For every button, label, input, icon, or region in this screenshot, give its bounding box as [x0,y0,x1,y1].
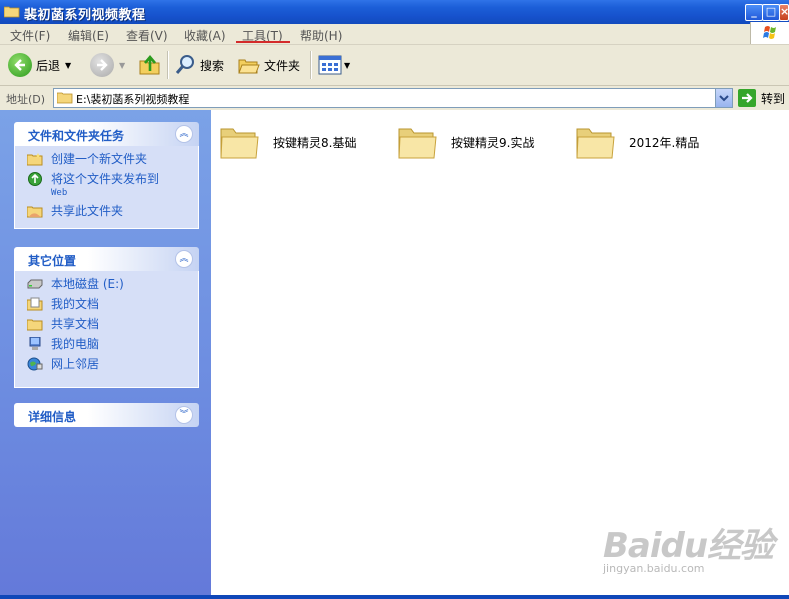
collapse-icon[interactable]: ︽ [175,250,193,268]
views-dropdown-icon[interactable]: ▼ [344,61,350,70]
task-new-folder[interactable]: 创建一个新文件夹 [15,150,198,170]
maximize-button[interactable]: □ [762,4,780,21]
views-button[interactable]: ▼ [318,51,350,79]
details-panel: 详细信息 ︾ [14,403,199,427]
toolbar-separator [310,51,312,79]
folder-icon [398,128,437,159]
chevron-down-icon [719,95,729,102]
tools-underline-mark [236,41,290,43]
back-arrow-icon [8,53,32,77]
toolbar-separator [167,51,169,79]
back-dropdown-icon[interactable]: ▼ [65,61,71,70]
share-folder-icon [27,206,43,218]
place-network[interactable]: 网上邻居 [15,355,198,375]
watermark-logo: Baidu经验 [603,526,774,566]
go-label: 转到 [761,91,786,106]
folder-name: 按键精灵9.实战 [451,135,535,150]
panel-title: 详细信息 [28,410,77,424]
search-label: 搜索 [200,58,225,73]
place-my-computer[interactable]: 我的电脑 [15,335,198,355]
folder-item[interactable]: 2012年.精品 [575,122,699,162]
watermark-url: jingyan.baidu.com [603,562,705,575]
folders-label: 文件夹 [264,58,301,73]
address-input[interactable]: E:\裴初菡系列视频教程 [53,88,733,108]
task-pane: 文件和文件夹任务 ︽ 创建一个新文件夹 将这个文件夹发布到 Web 共享此文件夹 [0,110,211,599]
go-button[interactable]: 转到 [738,89,785,107]
file-folder-tasks-panel: 文件和文件夹任务 ︽ 创建一个新文件夹 将这个文件夹发布到 Web 共享此文件夹 [14,122,199,229]
explorer-window: 裴初菡系列视频教程 _ □ × 文件(F) 编辑(E) 查看(V) 收藏(A) … [0,0,789,599]
other-places-panel: 其它位置 ︽ 本地磁盘 (E:) 我的文档 共享文档 我的电脑 网上邻居 [14,247,199,388]
collapse-icon[interactable]: ︽ [175,125,193,143]
panel-header[interactable]: 其它位置 ︽ [14,247,199,271]
place-local-disk[interactable]: 本地磁盘 (E:) [15,275,198,295]
back-button[interactable]: 后退 ▼ [8,51,71,79]
window-title: 裴初菡系列视频教程 [24,8,146,23]
folders-icon [238,59,260,74]
up-folder-icon [139,54,160,75]
address-value: E:\裴初菡系列视频教程 [76,93,190,106]
views-icon [318,55,342,75]
baidu-watermark: Baidu经验 jingyan.baidu.com [603,518,774,575]
network-places-icon [27,357,43,371]
folder-icon [4,6,20,18]
folder-icon [57,92,73,104]
search-button[interactable]: 搜索 [174,51,224,79]
forward-arrow-icon [90,53,114,77]
forward-button[interactable]: ▼ [90,51,125,79]
address-dropdown-button[interactable] [715,89,732,107]
local-disk-icon [27,279,43,289]
up-folder-button[interactable] [138,51,162,79]
new-folder-icon [27,153,43,166]
menu-file[interactable]: 文件(F) [10,27,50,44]
folder-icon [576,128,615,159]
panel-header[interactable]: 详细信息 ︾ [14,403,199,427]
close-button[interactable]: × [779,4,789,21]
folders-button[interactable]: 文件夹 [238,51,300,79]
address-label: 地址(D) [6,93,46,106]
folder-item[interactable]: 按键精灵8.基础 [219,122,356,162]
folder-name: 按键精灵8.基础 [273,135,357,150]
menu-favorites[interactable]: 收藏(A) [184,27,226,44]
minimize-button[interactable]: _ [745,4,763,21]
task-publish-web[interactable]: 将这个文件夹发布到 Web [15,170,198,202]
forward-dropdown-icon[interactable]: ▼ [119,61,125,70]
menu-edit[interactable]: 编辑(E) [68,27,109,44]
folder-item[interactable]: 按键精灵9.实战 [397,122,534,162]
windows-logo-icon [750,22,789,44]
task-share-folder[interactable]: 共享此文件夹 [15,202,198,222]
address-bar: 地址(D) E:\裴初菡系列视频教程 转到 [0,86,789,111]
menu-help[interactable]: 帮助(H) [300,27,342,44]
panel-header[interactable]: 文件和文件夹任务 ︽ [14,122,199,146]
my-computer-icon [29,337,41,350]
place-shared-documents[interactable]: 共享文档 [15,315,198,335]
panel-title: 文件和文件夹任务 [28,129,125,143]
shared-documents-icon [27,319,43,331]
go-arrow-icon [738,89,756,107]
publish-web-icon [28,172,42,186]
menu-bar: 文件(F) 编辑(E) 查看(V) 收藏(A) 工具(T) 帮助(H) [0,24,789,45]
my-documents-icon [27,297,43,311]
title-bar[interactable]: 裴初菡系列视频教程 _ □ × [0,0,789,24]
window-border [0,595,789,599]
back-label: 后退 [36,58,61,73]
search-icon [175,55,194,74]
expand-icon[interactable]: ︾ [175,406,193,424]
toolbar: 后退 ▼ ▼ 搜索 文件夹 ▼ [0,45,789,86]
panel-title: 其它位置 [28,254,77,268]
place-my-documents[interactable]: 我的文档 [15,295,198,315]
folder-icon [220,128,259,159]
folder-name: 2012年.精品 [629,135,700,150]
menu-view[interactable]: 查看(V) [126,27,168,44]
